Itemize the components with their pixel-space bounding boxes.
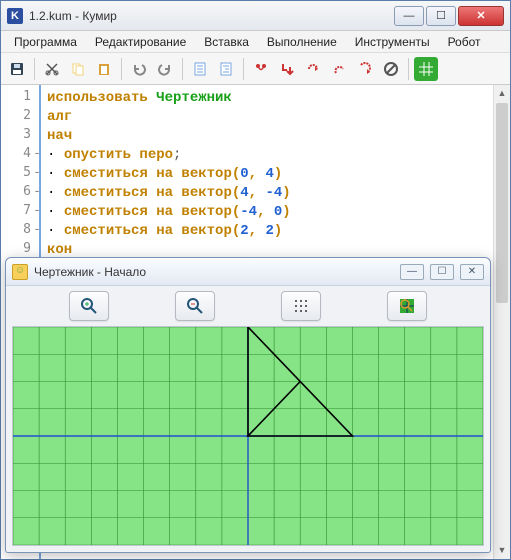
stop-icon[interactable] [379,57,403,81]
separator [243,58,244,80]
grid-icon[interactable] [414,57,438,81]
line-number: 6 [1,184,39,203]
titlebar[interactable]: K 1.2.kum - Кумир [1,1,510,31]
menu-program[interactable]: Программа [7,33,84,51]
vertical-scrollbar[interactable]: ▲ ▼ [493,85,510,559]
doc-outdent-icon[interactable] [214,57,238,81]
separator [34,58,35,80]
app-icon: K [7,8,23,24]
redo-icon[interactable] [153,57,177,81]
line-number: 8 [1,222,39,241]
save-icon[interactable] [5,57,29,81]
code-line: · сместиться на вектор(0, 4) [47,165,504,184]
maximize-button[interactable] [426,6,456,26]
close-button[interactable] [458,6,504,26]
paste-icon[interactable] [92,57,116,81]
doc-indent-icon[interactable] [188,57,212,81]
menu-insert[interactable]: Вставка [197,33,256,51]
drawer-titlebar[interactable]: Чертежник - Начало — ☐ ✕ [6,258,490,286]
menu-run[interactable]: Выполнение [260,33,344,51]
menu-edit[interactable]: Редактирование [88,33,193,51]
line-number: 5 [1,165,39,184]
copy-icon[interactable] [66,57,90,81]
grid-toggle-icon[interactable] [281,291,321,321]
line-number: 1 [1,89,39,108]
code-line: алг [47,108,504,127]
scroll-down-arrow[interactable]: ▼ [494,542,510,559]
code-line: использовать Чертежник [47,89,504,108]
code-line: · сместиться на вектор(2, 2) [47,222,504,241]
drawer-canvas[interactable] [12,326,484,546]
code-line: · опустить перо; [47,146,504,165]
drawer-maximize-button[interactable]: ☐ [430,264,454,280]
scroll-thumb[interactable] [496,103,508,303]
menu-robot[interactable]: Робот [441,33,488,51]
code-line: · сместиться на вектор(4, -4) [47,184,504,203]
separator [121,58,122,80]
scroll-up-arrow[interactable]: ▲ [494,85,510,102]
fit-view-icon[interactable] [387,291,427,321]
code-line: нач [47,127,504,146]
drawer-title: Чертежник - Начало [34,265,400,279]
separator [408,58,409,80]
drawer-minimize-button[interactable]: — [400,264,424,280]
run-icon[interactable] [249,57,273,81]
run-to-icon[interactable] [353,57,377,81]
undo-icon[interactable] [127,57,151,81]
toolbar [1,53,510,85]
drawer-window[interactable]: Чертежник - Начало — ☐ ✕ [5,257,491,553]
drawer-window-controls: — ☐ ✕ [400,264,484,280]
zoom-out-icon[interactable] [175,291,215,321]
drawer-toolbar [6,286,490,326]
line-number: 7 [1,203,39,222]
window-title: 1.2.kum - Кумир [29,9,392,23]
line-number: 3 [1,127,39,146]
step-out-icon[interactable] [327,57,351,81]
drawing-surface [13,327,483,545]
minimize-button[interactable] [394,6,424,26]
drawer-close-button[interactable]: ✕ [460,264,484,280]
code-line: · сместиться на вектор(-4, 0) [47,203,504,222]
cut-icon[interactable] [40,57,64,81]
menu-tools[interactable]: Инструменты [348,33,437,51]
zoom-in-icon[interactable] [69,291,109,321]
step-over-icon[interactable] [301,57,325,81]
drawer-app-icon [12,264,28,280]
line-number: 2 [1,108,39,127]
line-number: 4 [1,146,39,165]
separator [182,58,183,80]
step-into-icon[interactable] [275,57,299,81]
window-controls [392,6,504,26]
menubar: Программа Редактирование Вставка Выполне… [1,31,510,53]
